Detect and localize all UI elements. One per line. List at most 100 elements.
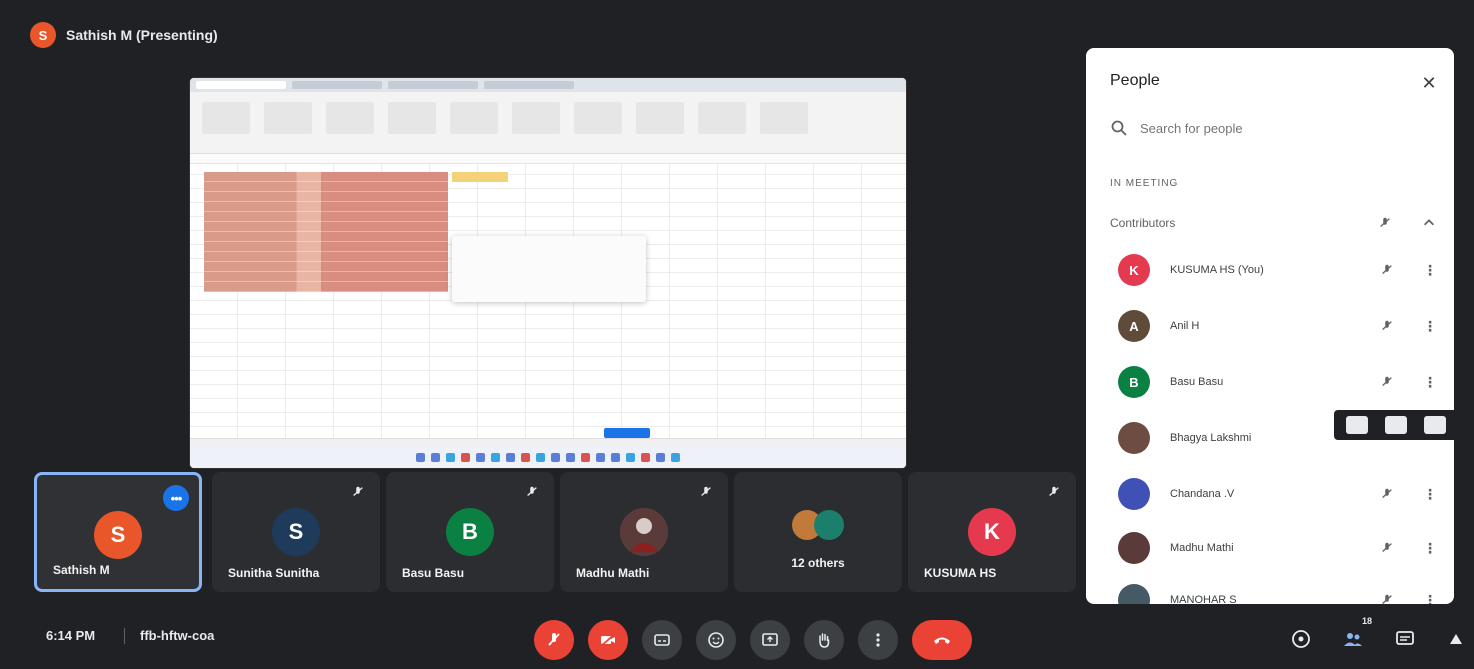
ribbon-group — [264, 102, 312, 134]
ribbon-group — [202, 102, 250, 134]
pin-icon[interactable] — [1346, 416, 1369, 434]
more-vert-icon[interactable]: ⋮ — [1422, 371, 1438, 393]
ribbon-group — [574, 102, 622, 134]
taskbar-icon — [536, 452, 545, 462]
shared-screen[interactable] — [190, 78, 906, 468]
person-name: Anil H — [1170, 320, 1200, 332]
mic-off-icon[interactable] — [1376, 259, 1398, 281]
others-avatar — [814, 510, 844, 540]
camera-icon[interactable] — [1384, 416, 1407, 434]
shared-status-bar — [190, 438, 906, 446]
participant-hover-toolbar — [1334, 410, 1454, 440]
participant-tile[interactable]: Madhu Mathi — [560, 472, 728, 592]
mute-all-icon[interactable] — [1374, 212, 1396, 234]
taskbar-icon — [491, 452, 500, 462]
more-vert-icon[interactable]: ⋮ — [1422, 589, 1438, 605]
person-name: KUSUMA HS (You) — [1170, 264, 1264, 276]
person-avatar — [1118, 422, 1150, 454]
more-vert-icon[interactable]: ⋮ — [1422, 537, 1438, 559]
chat-button[interactable] — [1390, 624, 1420, 654]
mic-off-icon[interactable] — [1376, 589, 1398, 604]
participant-row[interactable]: MANOHAR S ⋮ — [1118, 580, 1444, 604]
participant-row[interactable]: Chandana .V ⋮ — [1118, 474, 1444, 514]
mic-off-icon — [350, 484, 366, 500]
more-vert-icon[interactable]: ⋮ — [1422, 483, 1438, 505]
participant-avatar: S — [272, 508, 320, 556]
mic-off-icon[interactable] — [1376, 315, 1398, 337]
meeting-info-button[interactable] — [1286, 624, 1316, 654]
shared-header-cells — [452, 172, 508, 182]
shared-tab — [292, 81, 382, 89]
shared-dialog — [452, 236, 646, 302]
taskbar-icon — [626, 452, 635, 462]
in-meeting-heading: IN MEETING — [1110, 178, 1179, 189]
mic-off-icon — [1046, 484, 1062, 500]
tile-more-options-button[interactable]: ••• — [163, 485, 189, 511]
taskbar-icon — [446, 452, 455, 462]
people-panel: People ✕ IN MEETING Contributors K KUSUM… — [1086, 48, 1454, 604]
people-search-input[interactable] — [1140, 120, 1400, 136]
chevron-up-icon[interactable] — [1418, 212, 1440, 234]
shared-tab — [388, 81, 478, 89]
participant-tiles: S ••• Sathish M S Sunitha Sunitha B Basu… — [30, 470, 1076, 598]
leave-call-button[interactable] — [912, 620, 972, 660]
others-count: 12 others — [791, 556, 845, 570]
shared-highlighted-table — [204, 172, 448, 292]
mic-off-icon[interactable] — [1376, 537, 1398, 559]
reactions-button[interactable] — [696, 620, 736, 660]
person-avatar: A — [1118, 310, 1150, 342]
person-name: Madhu Mathi — [1170, 542, 1234, 554]
present-icon[interactable] — [1423, 416, 1446, 434]
mic-toggle-button[interactable] — [534, 620, 574, 660]
raise-hand-button[interactable] — [804, 620, 844, 660]
presenter-bar: S Sathish M (Presenting) — [30, 18, 218, 52]
taskbar-icon — [581, 452, 590, 462]
shared-presenting-chip — [604, 428, 650, 438]
participant-row[interactable]: A Anil H ⋮ — [1118, 306, 1444, 346]
participant-tile[interactable]: K KUSUMA HS — [908, 472, 1076, 592]
close-icon[interactable]: ✕ — [1418, 72, 1440, 94]
mic-off-icon[interactable] — [1376, 371, 1398, 393]
participant-tile[interactable]: S ••• Sathish M — [34, 472, 202, 592]
taskbar-icon — [611, 452, 620, 462]
person-avatar — [1118, 478, 1150, 510]
more-vert-icon[interactable]: ⋮ — [1422, 315, 1438, 337]
others-avatars — [792, 510, 844, 540]
people-search[interactable] — [1110, 114, 1430, 142]
mic-off-icon — [524, 484, 540, 500]
taskbar-icon — [521, 452, 530, 462]
ribbon-group — [326, 102, 374, 134]
participant-name: Sathish M — [53, 563, 110, 577]
shared-formula-bar — [190, 154, 906, 164]
more-options-button[interactable] — [858, 620, 898, 660]
people-button[interactable]: 18 — [1338, 616, 1372, 654]
meeting-code: ffb-hftw-coa — [140, 628, 215, 643]
activities-button[interactable] — [1442, 624, 1472, 654]
camera-toggle-button[interactable] — [588, 620, 628, 660]
person-avatar — [1118, 584, 1150, 604]
mic-off-icon — [698, 484, 714, 500]
more-vert-icon[interactable]: ⋮ — [1422, 259, 1438, 281]
hang-up-icon — [934, 637, 950, 644]
ribbon-group — [388, 102, 436, 134]
taskbar-icon — [671, 452, 680, 462]
participant-name: Madhu Mathi — [576, 566, 650, 580]
participant-name: KUSUMA HS — [924, 566, 997, 580]
participant-row[interactable]: K KUSUMA HS (You) ⋮ — [1118, 250, 1444, 290]
mic-off-icon[interactable] — [1376, 483, 1398, 505]
participant-name: Basu Basu — [402, 566, 465, 580]
others-tile[interactable]: 12 others — [734, 472, 902, 592]
people-count-badge: 18 — [1361, 616, 1372, 626]
person-name: Basu Basu — [1170, 376, 1224, 388]
present-icon — [762, 633, 778, 646]
participant-row[interactable]: Madhu Mathi ⋮ — [1118, 528, 1444, 568]
contributors-group-header[interactable]: Contributors — [1110, 208, 1440, 238]
participant-tile[interactable]: B Basu Basu — [386, 472, 554, 592]
people-panel-title: People — [1110, 72, 1160, 89]
person-name: Chandana .V — [1170, 488, 1235, 500]
participant-row[interactable]: B Basu Basu ⋮ — [1118, 362, 1444, 402]
present-screen-button[interactable] — [750, 620, 790, 660]
taskbar-icon — [506, 452, 515, 462]
participant-tile[interactable]: S Sunitha Sunitha — [212, 472, 380, 592]
captions-button[interactable] — [642, 620, 682, 660]
